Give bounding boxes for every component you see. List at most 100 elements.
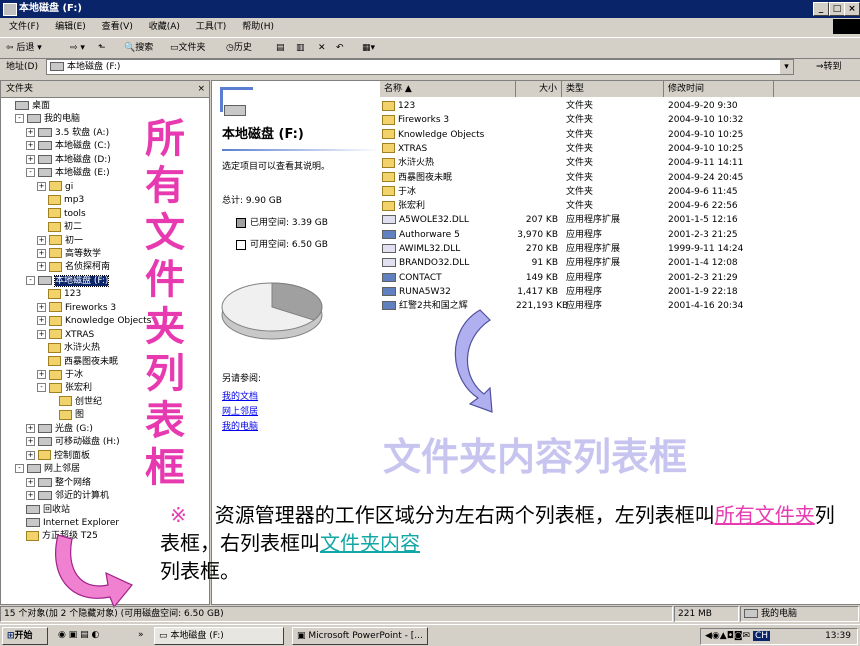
- tree-item[interactable]: - 张宏利: [37, 382, 92, 395]
- task-powerpoint[interactable]: ▣ Microsoft PowerPoint - [...: [292, 627, 428, 645]
- copy-to-icon[interactable]: ▥: [296, 38, 305, 58]
- tree-item[interactable]: + 于冰: [37, 369, 83, 382]
- close-button[interactable]: ×: [844, 2, 860, 16]
- file-row[interactable]: Knowledge Objects 文件夹 2004-9-10 10:25: [380, 128, 780, 142]
- expand-icon[interactable]: +: [26, 477, 35, 487]
- file-row[interactable]: 123 文件夹 2004-9-20 9:30: [380, 99, 780, 113]
- tree-item[interactable]: tools: [37, 208, 86, 221]
- forward-button[interactable]: ⇨ ▾: [70, 38, 85, 58]
- tree-item[interactable]: + 整个网络: [26, 477, 91, 490]
- undo-icon[interactable]: ↶: [336, 38, 344, 58]
- address-dropdown-icon[interactable]: ▾: [780, 60, 793, 74]
- tree-item[interactable]: 创世纪: [48, 396, 102, 409]
- tree-item[interactable]: - 我的电脑: [15, 113, 80, 126]
- address-input[interactable]: 本地磁盘 (F:) ▾: [46, 59, 794, 75]
- menu-file[interactable]: 文件(F): [9, 22, 39, 32]
- folders-button[interactable]: ▭文件夹: [170, 38, 206, 58]
- file-row[interactable]: BRANDO32.DLL 91 KB 应用程序扩展 2001-1-4 12:08: [380, 256, 780, 270]
- quick-launch-more-icon[interactable]: »: [138, 625, 144, 646]
- close-pane-icon[interactable]: ×: [197, 81, 205, 97]
- tree-item[interactable]: + 光盘 (G:): [26, 423, 93, 436]
- tree-item[interactable]: 初二: [37, 221, 82, 234]
- collapse-icon[interactable]: -: [26, 275, 35, 285]
- file-row[interactable]: CONTACT 149 KB 应用程序 2001-2-3 21:29: [380, 271, 780, 285]
- tree-item[interactable]: 图: [48, 409, 84, 422]
- collapse-icon[interactable]: -: [15, 464, 24, 474]
- tree-item[interactable]: + gi: [37, 181, 73, 194]
- expand-icon[interactable]: +: [37, 370, 46, 379]
- back-button[interactable]: ⇦ 后退 ▾: [6, 38, 42, 58]
- expand-icon[interactable]: +: [26, 450, 35, 460]
- file-row[interactable]: 水浒火热 文件夹 2004-9-11 14:11: [380, 156, 780, 170]
- tree-item[interactable]: + Knowledge Objects: [37, 315, 151, 328]
- history-button[interactable]: ◷历史: [226, 38, 252, 58]
- tree-item[interactable]: + 名侦探柯南: [37, 261, 110, 274]
- file-row[interactable]: Fireworks 3 文件夹 2004-9-10 10:32: [380, 113, 780, 127]
- expand-icon[interactable]: +: [26, 154, 35, 164]
- tree-item[interactable]: 水浒火热: [37, 342, 100, 355]
- tree-item[interactable]: +3.5 软盘 (A:): [26, 127, 109, 140]
- move-to-icon[interactable]: ▤: [276, 38, 285, 58]
- tree-item[interactable]: 西暴图夜未眠: [37, 356, 118, 369]
- file-row[interactable]: Authorware 5 3,970 KB 应用程序 2001-2-3 21:25: [380, 228, 780, 242]
- expand-icon[interactable]: +: [37, 302, 46, 312]
- link-my-computer[interactable]: 我的电脑: [222, 419, 258, 432]
- tree-item[interactable]: + 可移动磁盘 (H:): [26, 436, 120, 449]
- expand-icon[interactable]: +: [26, 127, 35, 137]
- file-row[interactable]: 于冰 文件夹 2004-9-6 11:45: [380, 185, 780, 199]
- expand-icon[interactable]: +: [26, 423, 35, 433]
- tree-item[interactable]: - 本地磁盘 (F:): [26, 274, 110, 288]
- expand-icon[interactable]: +: [37, 181, 46, 191]
- views-icon[interactable]: ▦▾: [362, 38, 375, 58]
- expand-icon[interactable]: +: [37, 329, 46, 339]
- menu-favorites[interactable]: 收藏(A): [149, 22, 180, 32]
- start-button[interactable]: ⊞开始: [2, 627, 48, 645]
- search-button[interactable]: 🔍搜索: [124, 38, 153, 58]
- tray-icons[interactable]: ◀◉▲◘◙✉: [705, 631, 750, 641]
- expand-icon[interactable]: +: [37, 248, 46, 258]
- collapse-icon[interactable]: -: [37, 383, 46, 393]
- up-folder-icon[interactable]: ⬑: [98, 38, 106, 58]
- expand-icon[interactable]: +: [26, 437, 35, 447]
- tree-item[interactable]: 123: [37, 288, 81, 301]
- tree-item[interactable]: + 高等数学: [37, 248, 101, 261]
- link-my-documents[interactable]: 我的文档: [222, 389, 258, 402]
- link-network-places[interactable]: 网上邻居: [222, 404, 258, 417]
- expand-icon[interactable]: +: [26, 141, 35, 151]
- task-local-disk[interactable]: ▭ 本地磁盘 (F:): [154, 627, 284, 645]
- tree-item[interactable]: - 网上邻居: [15, 463, 80, 476]
- file-row[interactable]: XTRAS 文件夹 2004-9-10 10:25: [380, 142, 780, 156]
- go-button[interactable]: ⇒转到: [816, 58, 842, 76]
- quick-launch-icons[interactable]: ◉ ▣ ▤ ◐: [58, 625, 99, 646]
- column-type[interactable]: 类型: [562, 81, 664, 97]
- tree-item[interactable]: + 初一: [37, 235, 83, 248]
- delete-icon[interactable]: ✕: [318, 38, 326, 58]
- menu-edit[interactable]: 编辑(E): [55, 22, 86, 32]
- menu-tools[interactable]: 工具(T): [196, 22, 227, 32]
- tree-item[interactable]: + 本地磁盘 (D:): [26, 154, 111, 167]
- expand-icon[interactable]: +: [37, 316, 46, 326]
- column-name[interactable]: 名称 ▲: [380, 81, 516, 97]
- column-modified[interactable]: 修改时间: [664, 81, 774, 97]
- file-row[interactable]: 西暴图夜未眠 文件夹 2004-9-24 20:45: [380, 171, 780, 185]
- menu-view[interactable]: 查看(V): [102, 22, 133, 32]
- tree-item[interactable]: + XTRAS: [37, 329, 94, 342]
- tree-item[interactable]: + Fireworks 3: [37, 302, 116, 315]
- tree-item[interactable]: + 邻近的计算机: [26, 490, 109, 503]
- collapse-icon[interactable]: -: [26, 168, 35, 178]
- file-row[interactable]: 张宏利 文件夹 2004-9-6 22:56: [380, 199, 780, 213]
- minimize-button[interactable]: _: [813, 2, 829, 16]
- input-method-icon[interactable]: CH: [752, 631, 771, 641]
- tree-item[interactable]: - 本地磁盘 (E:): [26, 167, 110, 180]
- file-row[interactable]: A5WOLE32.DLL 207 KB 应用程序扩展 2001-1-5 12:16: [380, 213, 780, 227]
- column-size[interactable]: 大小: [516, 81, 562, 97]
- expand-icon[interactable]: +: [37, 262, 46, 272]
- tree-item[interactable]: + 控制面板: [26, 450, 90, 463]
- collapse-icon[interactable]: -: [15, 114, 24, 124]
- file-row[interactable]: AWIML32.DLL 270 KB 应用程序扩展 1999-9-11 14:24: [380, 242, 780, 256]
- tree-item[interactable]: 桌面: [4, 100, 50, 113]
- tree-item[interactable]: + 本地磁盘 (C:): [26, 140, 110, 153]
- file-row[interactable]: RUNA5W32 1,417 KB 应用程序 2001-1-9 22:18: [380, 285, 780, 299]
- expand-icon[interactable]: +: [37, 235, 46, 245]
- expand-icon[interactable]: +: [26, 491, 35, 501]
